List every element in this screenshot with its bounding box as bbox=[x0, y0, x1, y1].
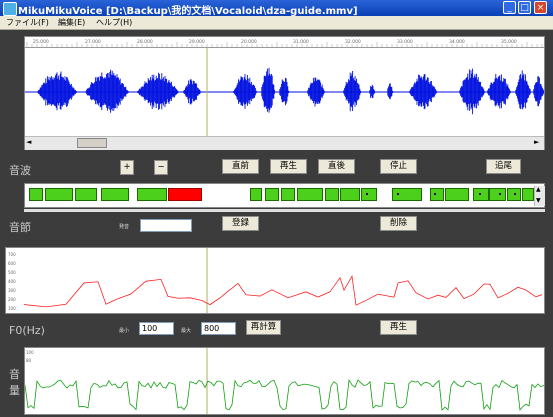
syllable-scroll-down[interactable]: ▼ bbox=[536, 197, 541, 204]
f0-y-tick-label: 700 bbox=[8, 252, 16, 257]
syllable-dot bbox=[514, 193, 516, 195]
next-button[interactable]: 直後 bbox=[318, 159, 355, 174]
menu-file[interactable]: ファイル(F) bbox=[6, 17, 49, 28]
title-bar: MikuMikuVoice [D:\Backup\我的文档\Vocaloid\d… bbox=[0, 0, 553, 17]
syllable-label: 音節 bbox=[9, 221, 31, 234]
scroll-thumb[interactable] bbox=[77, 138, 107, 148]
syllable-block[interactable] bbox=[250, 188, 262, 201]
syllable-block[interactable] bbox=[29, 188, 43, 201]
syllable-dot bbox=[499, 193, 501, 195]
f0-y-tick-label: 100 bbox=[8, 306, 16, 311]
window-title: MikuMikuVoice [D:\Backup\我的文档\Vocaloid\d… bbox=[18, 6, 358, 17]
volume-y-tick-label: 100 bbox=[26, 350, 34, 355]
f0-y-tick-label: 200 bbox=[8, 297, 16, 302]
f0-min-label: 最小 bbox=[119, 328, 130, 334]
ruler-tick-label: 27.000 bbox=[85, 39, 101, 45]
syllable-track[interactable] bbox=[25, 184, 544, 207]
syllable-scroll-up[interactable]: ▲ bbox=[536, 186, 541, 193]
app-icon bbox=[3, 2, 17, 16]
minimize-button[interactable]: _ bbox=[503, 1, 516, 14]
pronunciation-input[interactable] bbox=[140, 219, 192, 232]
syllable-block[interactable] bbox=[361, 188, 377, 201]
follow-button[interactable]: 追尾 bbox=[486, 159, 521, 174]
ruler-tick-label: 20.000 bbox=[241, 39, 257, 45]
syllable-hscroll[interactable] bbox=[24, 209, 545, 212]
syllable-scrollbar[interactable]: ▲ ▼ bbox=[534, 186, 545, 206]
syllable-dot bbox=[479, 193, 481, 195]
ruler-tick-label: 28.000 bbox=[137, 39, 153, 45]
waveform-plot bbox=[25, 48, 544, 136]
volume-label-bottom: 量 bbox=[9, 384, 20, 397]
close-button[interactable]: × bbox=[534, 1, 547, 14]
f0-panel[interactable]: 700 600 500 400 300 200 100 bbox=[5, 247, 545, 314]
ruler-ticks: 25.000 27.000 28.000 29.000 20.000 31.000 32.0… bbox=[26, 39, 543, 47]
syllable-dot bbox=[366, 193, 368, 195]
f0-y-tick-label: 300 bbox=[8, 288, 16, 293]
syllable-block-selected[interactable] bbox=[168, 188, 202, 201]
f0-play-button[interactable]: 再生 bbox=[380, 320, 417, 335]
volume-label-top: 音 bbox=[9, 368, 20, 381]
ruler-tick-label: 25.000 bbox=[33, 39, 49, 45]
recalculate-button[interactable]: 再計算 bbox=[246, 320, 281, 335]
pronunciation-label: 発音 bbox=[119, 224, 130, 230]
volume-plot: 100 80 bbox=[25, 348, 544, 414]
zoom-out-button[interactable]: − bbox=[154, 160, 168, 175]
syllable-block[interactable] bbox=[473, 188, 489, 201]
ruler-tick-label: 34.000 bbox=[449, 39, 465, 45]
ruler-tick-label: 35.000 bbox=[501, 39, 517, 45]
f0-plot: 700 600 500 400 300 200 100 bbox=[8, 248, 543, 313]
scroll-left-arrow[interactable]: ◄ bbox=[26, 138, 31, 146]
waveform-panel[interactable]: 25.000 27.000 28.000 29.000 20.000 31.000 32.0… bbox=[24, 36, 545, 150]
f0-max-input[interactable]: 800 bbox=[201, 322, 236, 335]
menu-bar: ファイル(F) 編集(E) ヘルプ(H) bbox=[0, 16, 553, 30]
volume-panel[interactable]: 100 80 bbox=[24, 347, 545, 415]
stop-button[interactable]: 停止 bbox=[380, 159, 417, 174]
syllable-block[interactable] bbox=[522, 188, 534, 201]
menu-help[interactable]: ヘルプ(H) bbox=[96, 17, 132, 28]
syllable-block[interactable] bbox=[430, 188, 444, 201]
ruler-tick-label: 32.000 bbox=[345, 39, 361, 45]
syllable-block[interactable] bbox=[137, 188, 167, 201]
prev-button[interactable]: 直前 bbox=[222, 159, 259, 174]
delete-button[interactable]: 削除 bbox=[380, 216, 417, 231]
wave-scrollbar[interactable]: ◄ ► bbox=[25, 136, 544, 150]
f0-y-tick-label: 500 bbox=[8, 270, 16, 275]
syllable-block[interactable] bbox=[75, 188, 97, 201]
syllable-panel[interactable]: ▲ ▼ bbox=[24, 183, 545, 208]
syllable-dot bbox=[434, 193, 436, 195]
time-ruler: 25.000 27.000 28.000 29.000 20.000 31.000 32.0… bbox=[25, 37, 544, 48]
syllable-block[interactable] bbox=[325, 188, 339, 201]
syllable-block[interactable] bbox=[340, 188, 360, 201]
volume-y-tick-label: 80 bbox=[26, 358, 32, 363]
syllable-block[interactable] bbox=[265, 188, 279, 201]
syllable-dot bbox=[397, 193, 399, 195]
f0-label: F0(Hz) bbox=[9, 324, 45, 337]
ruler-tick-label: 33.000 bbox=[397, 39, 413, 45]
syllable-block[interactable] bbox=[445, 188, 469, 201]
syllable-block[interactable] bbox=[297, 188, 323, 201]
f0-max-label: 最大 bbox=[181, 328, 192, 334]
f0-min-input[interactable]: 100 bbox=[139, 322, 174, 335]
play-button[interactable]: 再生 bbox=[270, 159, 307, 174]
maximize-button[interactable]: □ bbox=[518, 1, 531, 14]
syllable-block[interactable] bbox=[101, 188, 129, 201]
volume-curve bbox=[25, 379, 544, 411]
ruler-tick-label: 31.000 bbox=[293, 39, 309, 45]
f0-curve bbox=[23, 275, 543, 308]
syllable-block[interactable] bbox=[45, 188, 73, 201]
zoom-in-button[interactable]: + bbox=[120, 160, 134, 175]
ruler-tick-label: 29.000 bbox=[189, 39, 205, 45]
menu-edit[interactable]: 編集(E) bbox=[58, 17, 85, 28]
syllable-block[interactable] bbox=[489, 188, 506, 201]
scroll-right-arrow[interactable]: ► bbox=[534, 138, 539, 146]
wave-label: 音波 bbox=[9, 164, 31, 177]
syllable-block[interactable] bbox=[281, 188, 295, 201]
f0-y-tick-label: 600 bbox=[8, 261, 16, 266]
register-button[interactable]: 登録 bbox=[222, 216, 259, 231]
f0-y-tick-label: 400 bbox=[8, 279, 16, 284]
